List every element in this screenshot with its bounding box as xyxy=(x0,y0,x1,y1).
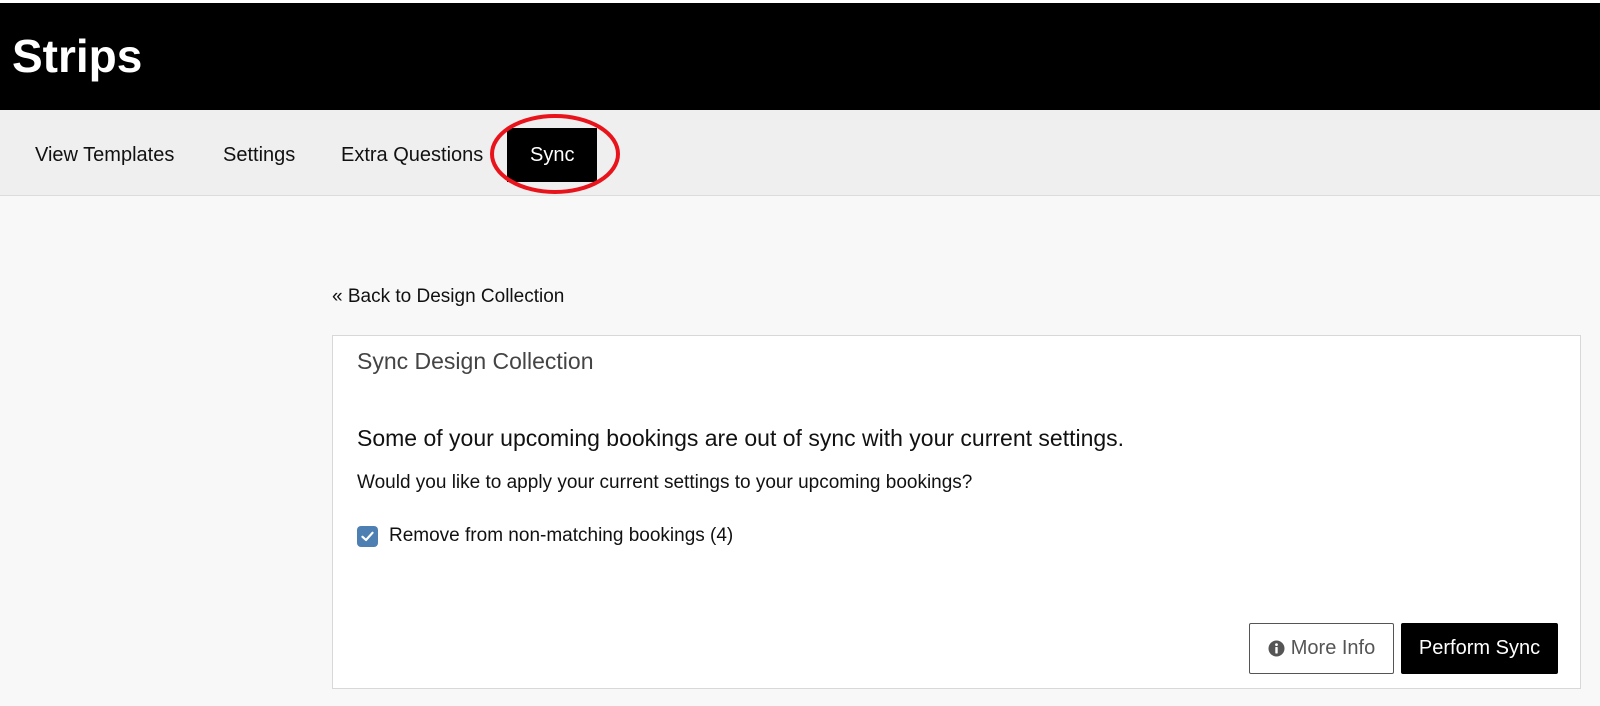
back-to-design-collection-link[interactable]: « Back to Design Collection xyxy=(332,286,564,308)
perform-sync-button[interactable]: Perform Sync xyxy=(1401,623,1558,674)
tab-sync[interactable]: Sync xyxy=(507,128,598,182)
sync-panel: Sync Design Collection Some of your upco… xyxy=(332,335,1581,689)
more-info-label: More Info xyxy=(1290,637,1376,659)
panel-title: Sync Design Collection xyxy=(357,348,594,374)
tab-view-templates[interactable]: View Templates xyxy=(35,128,174,182)
tab-extra-questions[interactable]: Extra Questions xyxy=(341,128,483,182)
tab-bar: View Templates Settings Extra Questions … xyxy=(0,110,1600,196)
app-title: Strips xyxy=(12,30,143,82)
remove-non-matching-checkbox[interactable] xyxy=(357,525,378,547)
remove-non-matching-label: Remove from non-matching bookings (4) xyxy=(389,525,734,546)
info-circle-icon xyxy=(1268,640,1285,657)
sync-question: Would you like to apply your current set… xyxy=(357,472,973,493)
more-info-button[interactable]: More Info xyxy=(1249,623,1394,674)
tab-settings[interactable]: Settings xyxy=(223,128,295,182)
check-icon xyxy=(361,531,374,541)
remove-non-matching-option[interactable]: Remove from non-matching bookings (4) xyxy=(357,524,733,548)
app-header: Strips xyxy=(0,0,1600,110)
sync-headline: Some of your upcoming bookings are out o… xyxy=(357,425,1125,451)
